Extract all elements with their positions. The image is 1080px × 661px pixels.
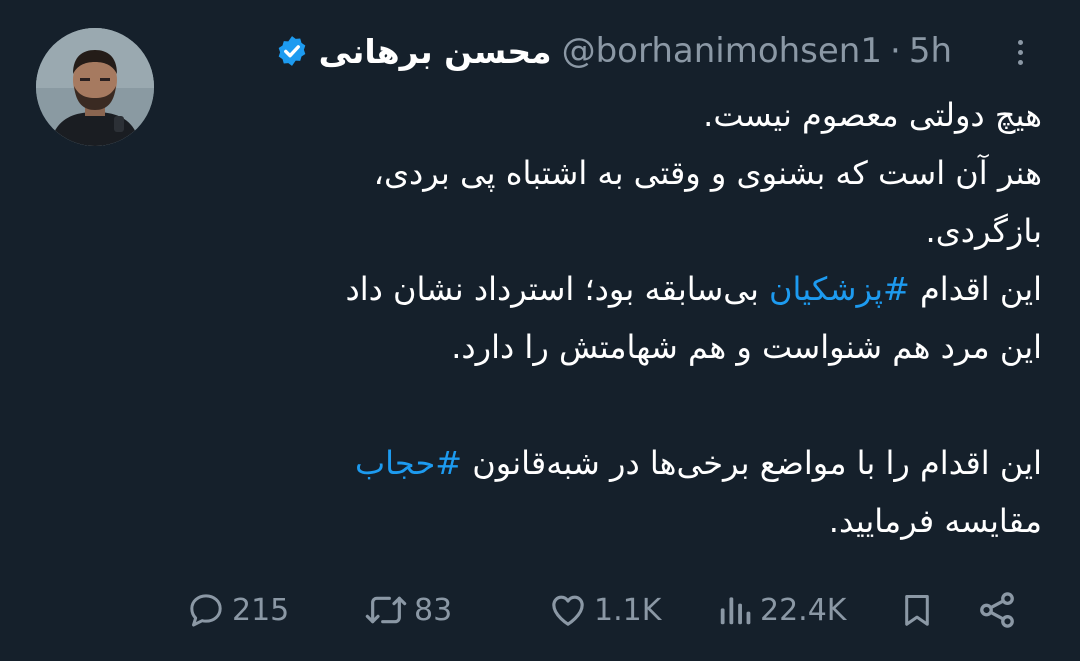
repost-icon: [365, 596, 407, 624]
bookmark-button[interactable]: [898, 585, 936, 635]
repost-count: 83: [414, 592, 453, 628]
reply-count: 215: [232, 592, 290, 628]
like-count: 1.1K: [594, 592, 662, 628]
bookmark-icon: [905, 595, 929, 626]
tweet-line-with-hashtag: این اقدام #پزشکیان بی‌سابقه بود؛ استرداد…: [150, 260, 1042, 318]
paragraph-break: [150, 376, 1042, 434]
verified-badge-icon: [278, 36, 305, 66]
views-button[interactable]: 22.4K: [716, 585, 846, 635]
reply-button[interactable]: 215: [186, 585, 289, 635]
views-icon: [720, 597, 751, 625]
tweet-header: محسن برهانی @borhanimohsen1 · 5h: [275, 28, 952, 74]
hashtag-link[interactable]: #پزشکیان: [769, 270, 910, 308]
tweet-line: این مرد هم شنواست و هم شهامتش را دارد.: [451, 328, 1042, 366]
tweet-text-fragment: بی‌سابقه بود؛ استرداد نشان داد: [345, 270, 770, 308]
like-icon: [552, 595, 584, 626]
share-button[interactable]: [976, 585, 1018, 635]
author-handle[interactable]: @borhanimohsen1: [562, 31, 882, 71]
author-display-name[interactable]: محسن برهانی: [319, 32, 552, 71]
views-count: 22.4K: [760, 592, 847, 628]
meta-separator: ·: [890, 31, 901, 71]
avatar[interactable]: [36, 28, 154, 146]
more-options-icon[interactable]: [1008, 34, 1032, 70]
tweet-line-with-hashtag: این اقدام را با مواضع برخی‌ها در شبه‌قان…: [150, 434, 1042, 492]
tweet-line: بازگردی.: [925, 212, 1042, 250]
author-meta: @borhanimohsen1 · 5h: [562, 31, 952, 71]
repost-button[interactable]: 83: [364, 585, 452, 635]
share-icon: [980, 592, 1014, 628]
tweet-line: هیچ دولتی معصوم نیست.: [703, 96, 1042, 134]
hashtag-link[interactable]: #حجاب: [355, 444, 462, 482]
tweet-text-fragment: این اقدام را با مواضع برخی‌ها در شبه‌قان…: [462, 444, 1042, 482]
tweet-text-fragment: این اقدام: [909, 270, 1042, 308]
tweet-timestamp[interactable]: 5h: [909, 31, 952, 71]
avatar-image: [36, 28, 154, 146]
tweet-line: مقایسه فرمایید.: [828, 502, 1042, 540]
like-button[interactable]: 1.1K: [548, 585, 661, 635]
tweet-line: هنر آن است که بشنوی و وقتی به اشتباه پی …: [373, 154, 1042, 192]
reply-icon: [190, 594, 222, 627]
tweet-text: هیچ دولتی معصوم نیست. هنر آن است که بشنو…: [150, 86, 1042, 550]
tweet-action-bar: 215 83 1.1K 22.4K: [186, 585, 1036, 635]
